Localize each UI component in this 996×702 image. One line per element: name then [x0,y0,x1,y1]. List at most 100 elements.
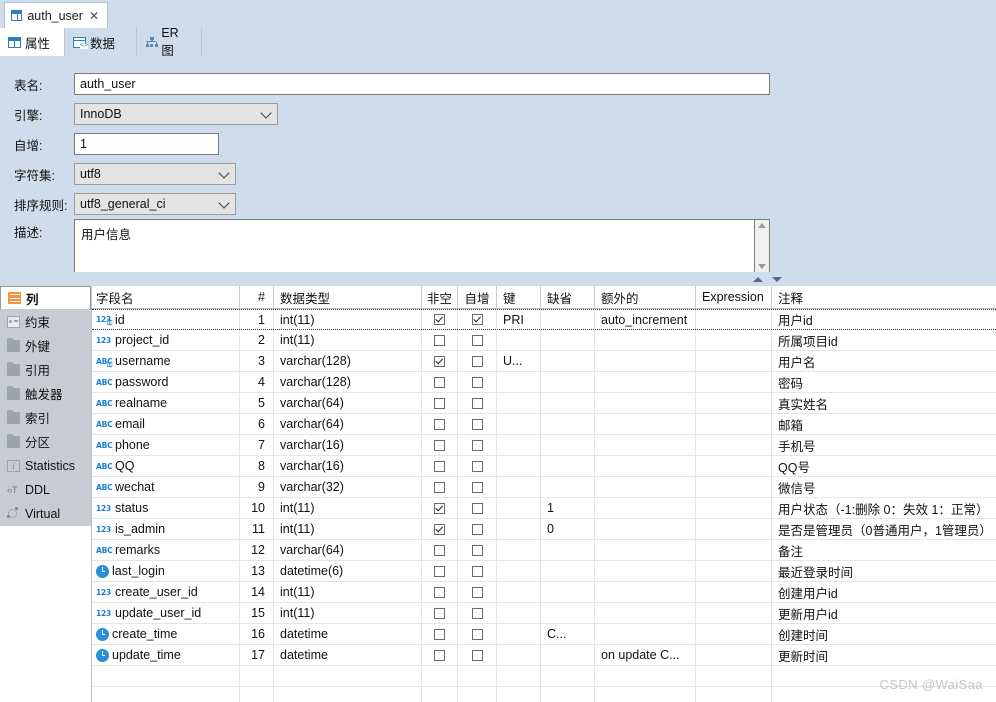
cell-index[interactable]: 17 [240,645,274,665]
cell-field-name[interactable]: 123 create_user_id [92,582,240,602]
auto-increment-checkbox[interactable] [471,460,483,472]
not-null-checkbox[interactable] [434,418,445,430]
not-null-checkbox[interactable] [434,586,445,598]
cell-extra[interactable] [595,456,696,476]
not-null-cell[interactable] [422,310,458,329]
auto-increment-checkbox[interactable] [471,607,483,619]
auto-increment-cell[interactable] [458,561,497,581]
cell-expression[interactable] [696,477,772,497]
cell-extra[interactable] [595,624,696,644]
cell-index[interactable]: 4 [240,372,274,392]
auto-increment-checkbox[interactable] [471,418,483,430]
auto-increment-checkbox[interactable] [471,649,483,661]
cell-default[interactable] [541,351,595,371]
auto-increment-cell[interactable] [458,519,497,539]
cell-extra[interactable] [595,351,696,371]
cell-field-name[interactable]: update_time [92,645,240,665]
cell-default[interactable]: 1 [541,498,595,518]
table-row[interactable]: 123 status 10 int(11) 1 用户状态（-1:删除 0：失效 1：正常） [92,498,996,519]
auto-increment-checkbox[interactable] [471,502,483,514]
cell-extra[interactable] [595,540,696,560]
auto-increment-cell[interactable] [458,498,497,518]
cell-default[interactable] [541,540,595,560]
table-row-empty[interactable] [92,666,996,687]
sidebar-item-ddl[interactable]: ‹›T DDL [0,478,91,502]
description-textarea[interactable]: 用户信息 [74,219,770,273]
cell-empty[interactable] [274,666,422,686]
cell-empty[interactable] [458,687,497,702]
cell-field-name[interactable]: ABC ⚿ username [92,351,240,371]
not-null-checkbox[interactable] [434,314,445,325]
not-null-checkbox[interactable] [434,502,445,514]
cell-comment[interactable]: 所属项目id [772,330,996,350]
header-auto-increment[interactable]: 自增 [458,286,497,308]
cell-comment[interactable]: 最近登录时间 [772,561,996,581]
cell-data-type[interactable]: varchar(16) [274,456,422,476]
cell-empty[interactable] [422,687,458,702]
not-null-checkbox[interactable] [434,355,445,367]
auto-increment-cell[interactable] [458,393,497,413]
cell-default[interactable] [541,456,595,476]
auto-increment-cell[interactable] [458,477,497,497]
cell-extra[interactable] [595,414,696,434]
cell-comment[interactable]: 创建用户id [772,582,996,602]
cell-key[interactable] [497,414,541,434]
not-null-cell[interactable] [422,477,458,497]
not-null-checkbox[interactable] [434,565,445,577]
cell-key[interactable] [497,519,541,539]
sidebar-item-folder[interactable]: 索引 [0,406,91,430]
sidebar-item-constraint[interactable]: 约束 [0,310,91,334]
cell-extra[interactable] [595,582,696,602]
cell-field-name[interactable]: ABC QQ [92,456,240,476]
cell-field-name[interactable]: ABC realname [92,393,240,413]
cell-key[interactable] [497,561,541,581]
cell-field-name[interactable]: ABC wechat [92,477,240,497]
cell-data-type[interactable]: varchar(128) [274,372,422,392]
cell-expression[interactable] [696,603,772,623]
editor-tab-auth-user[interactable]: auth_user ✕ [4,2,108,28]
cell-expression[interactable] [696,582,772,602]
not-null-checkbox[interactable] [434,460,445,472]
cell-empty[interactable] [274,687,422,702]
cell-comment[interactable]: 创建时间 [772,624,996,644]
cell-data-type[interactable]: int(11) [274,330,422,350]
not-null-cell[interactable] [422,498,458,518]
cell-data-type[interactable]: varchar(128) [274,351,422,371]
cell-default[interactable] [541,477,595,497]
auto-increment-cell[interactable] [458,414,497,434]
description-scrollbar[interactable] [754,220,769,272]
cell-extra[interactable] [595,330,696,350]
cell-empty[interactable] [422,666,458,686]
not-null-checkbox[interactable] [434,628,445,640]
not-null-checkbox[interactable] [434,334,445,346]
cell-empty[interactable] [541,666,595,686]
header-field-name[interactable]: 字段名 [92,286,240,308]
cell-comment[interactable]: 更新用户id [772,603,996,623]
cell-field-name[interactable]: create_time [92,624,240,644]
cell-data-type[interactable]: int(11) [274,519,422,539]
table-row[interactable]: 123 update_user_id 15 int(11) 更新用户id [92,603,996,624]
auto-increment-checkbox[interactable] [471,565,483,577]
cell-extra[interactable]: on update C... [595,645,696,665]
cell-field-name[interactable]: 123 project_id [92,330,240,350]
cell-data-type[interactable]: int(11) [274,582,422,602]
cell-expression[interactable] [696,393,772,413]
table-row[interactable]: 123 is_admin 11 int(11) 0 是否是管理员（0普通用户，1管理员） [92,519,996,540]
not-null-checkbox[interactable] [434,376,445,388]
auto-increment-checkbox[interactable] [471,523,483,535]
auto-increment-cell[interactable] [458,330,497,350]
cell-default[interactable] [541,372,595,392]
cell-key[interactable] [497,330,541,350]
cell-comment[interactable]: 邮箱 [772,414,996,434]
panel-collapse-bar[interactable] [0,272,996,286]
auto-increment-cell[interactable] [458,310,497,329]
auto-increment-cell[interactable] [458,351,497,371]
cell-key[interactable] [497,540,541,560]
scroll-down-icon[interactable] [758,264,766,269]
cell-expression[interactable] [696,310,772,329]
auto-increment-cell[interactable] [458,645,497,665]
cell-comment[interactable]: 是否是管理员（0普通用户，1管理员） [772,519,996,539]
cell-expression[interactable] [696,624,772,644]
auto-increment-checkbox[interactable] [471,334,483,346]
cell-default[interactable]: C... [541,624,595,644]
